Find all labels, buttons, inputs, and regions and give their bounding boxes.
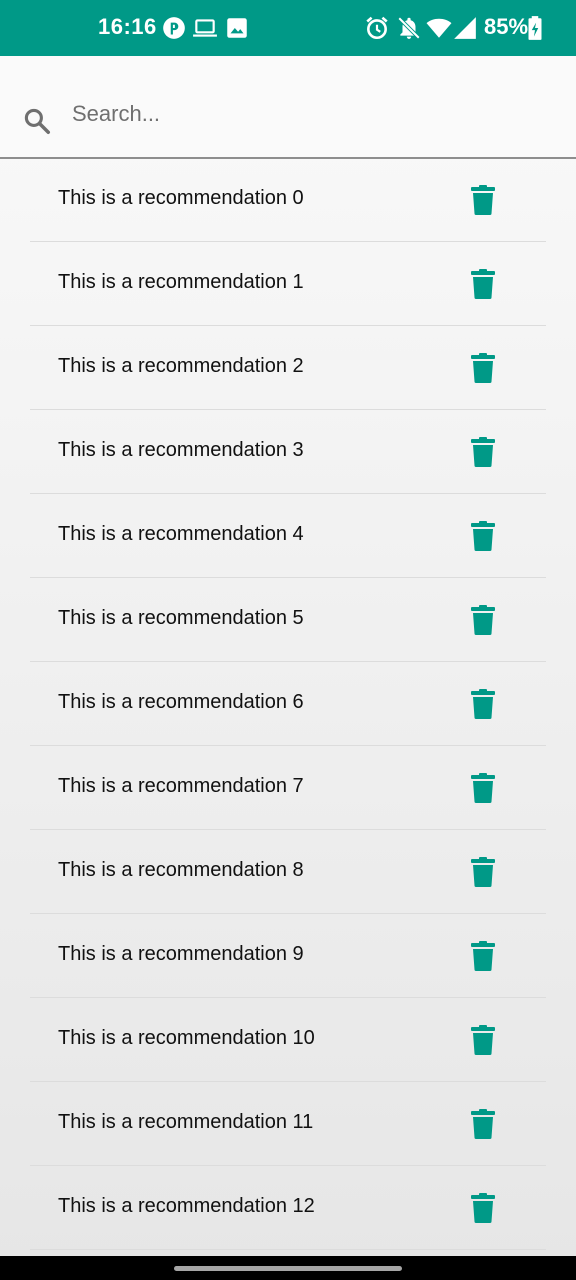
recommendation-label: This is a recommendation 3 [58, 439, 304, 461]
app-notification-icon [163, 17, 185, 39]
laptop-icon [193, 19, 217, 37]
home-gesture-handle[interactable] [174, 1266, 402, 1271]
list-item[interactable]: This is a recommendation 9 [0, 914, 576, 998]
status-time: 16:16 [98, 14, 157, 39]
notifications-off-icon [397, 16, 421, 40]
trash-icon [471, 185, 495, 215]
trash-icon [471, 857, 495, 887]
recommendation-label: This is a recommendation 8 [58, 859, 304, 881]
recommendation-label: This is a recommendation 0 [58, 187, 304, 209]
trash-icon [471, 605, 495, 635]
trash-icon [471, 437, 495, 467]
trash-icon [471, 689, 495, 719]
list-item[interactable]: This is a recommendation 7 [0, 746, 576, 830]
recommendation-label: This is a recommendation 7 [58, 775, 304, 797]
list-item[interactable]: This is a recommendation 0 [0, 158, 576, 242]
search-bar [0, 56, 576, 159]
list-item[interactable]: This is a recommendation 10 [0, 998, 576, 1082]
delete-button[interactable] [463, 934, 503, 978]
alarm-icon [366, 16, 388, 40]
recommendation-label: This is a recommendation 4 [58, 523, 304, 545]
delete-button[interactable] [463, 514, 503, 558]
wifi-icon [426, 18, 452, 38]
delete-button[interactable] [463, 1186, 503, 1230]
delete-button[interactable] [463, 1018, 503, 1062]
trash-icon [471, 269, 495, 299]
delete-button[interactable] [463, 430, 503, 474]
status-bar: 16:16 85% [0, 0, 576, 56]
list-item[interactable]: This is a recommendation 8 [0, 830, 576, 914]
delete-button[interactable] [463, 598, 503, 642]
trash-icon [471, 521, 495, 551]
recommendation-label: This is a recommendation 6 [58, 691, 304, 713]
trash-icon [471, 773, 495, 803]
list-item[interactable]: This is a recommendation 3 [0, 410, 576, 494]
delete-button[interactable] [463, 850, 503, 894]
delete-button[interactable] [463, 682, 503, 726]
list-item[interactable]: This is a recommendation 12 [0, 1166, 576, 1250]
list-item[interactable]: This is a recommendation 6 [0, 662, 576, 746]
image-icon [227, 18, 247, 38]
delete-button[interactable] [463, 346, 503, 390]
trash-icon [471, 353, 495, 383]
navigation-bar [0, 1256, 576, 1280]
list-item[interactable]: This is a recommendation 2 [0, 326, 576, 410]
cellular-signal-icon [454, 17, 476, 39]
delete-button[interactable] [463, 766, 503, 810]
search-icon[interactable] [22, 106, 52, 136]
recommendation-list: This is a recommendation 0 This is a reco… [0, 158, 576, 1250]
trash-icon [471, 941, 495, 971]
recommendation-label: This is a recommendation 9 [58, 943, 304, 965]
list-item[interactable]: This is a recommendation 11 [0, 1082, 576, 1166]
delete-button[interactable] [463, 1102, 503, 1146]
battery-percentage: 85% [484, 14, 529, 39]
list-divider [30, 1249, 546, 1250]
recommendation-label: This is a recommendation 10 [58, 1027, 315, 1049]
delete-button[interactable] [463, 262, 503, 306]
trash-icon [471, 1025, 495, 1055]
recommendation-label: This is a recommendation 12 [58, 1195, 315, 1217]
delete-button[interactable] [463, 178, 503, 222]
battery-charging-icon [528, 16, 542, 40]
recommendation-label: This is a recommendation 1 [58, 271, 304, 293]
recommendation-label: This is a recommendation 2 [58, 355, 304, 377]
trash-icon [471, 1193, 495, 1223]
list-item[interactable]: This is a recommendation 4 [0, 494, 576, 578]
list-item[interactable]: This is a recommendation 1 [0, 242, 576, 326]
recommendation-label: This is a recommendation 5 [58, 607, 304, 629]
trash-icon [471, 1109, 495, 1139]
recommendation-label: This is a recommendation 11 [58, 1111, 314, 1133]
list-item[interactable]: This is a recommendation 5 [0, 578, 576, 662]
search-input[interactable] [72, 94, 542, 134]
